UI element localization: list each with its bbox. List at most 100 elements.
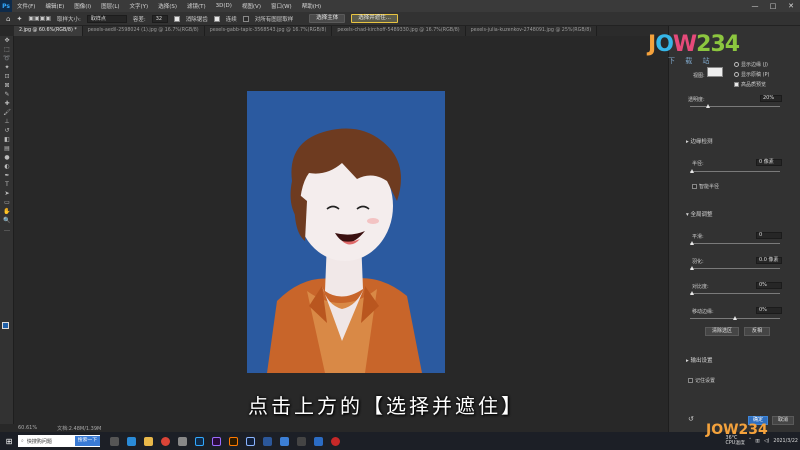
feather-slider[interactable]: [690, 268, 780, 269]
doc-tab-active[interactable]: 2.jpg @ 60.6%(RGB/8) *: [14, 26, 83, 36]
history-brush-icon[interactable]: ↺: [0, 126, 14, 135]
brush-tool-icon[interactable]: 🖌: [0, 108, 14, 117]
phone-icon[interactable]: [297, 436, 306, 446]
radius-input[interactable]: 0 像素: [756, 159, 782, 166]
crop-tool-icon[interactable]: ⊡: [0, 72, 14, 81]
smooth-input[interactable]: 0: [756, 232, 782, 239]
doc-tab[interactable]: pexels-gabb-tapic-3568543.jpg @ 16.7%(RG…: [204, 26, 333, 36]
taskbar-search-button[interactable]: 搜索一下: [74, 436, 100, 446]
word-icon[interactable]: [263, 436, 272, 446]
selection-mode-icon[interactable]: ▣▣▣▣: [28, 15, 51, 22]
task-view-icon[interactable]: [110, 436, 119, 446]
minimize-button[interactable]: —: [746, 0, 764, 12]
folder-icon[interactable]: [144, 436, 153, 446]
feather-slider-knob[interactable]: [690, 266, 694, 270]
lasso-tool-icon[interactable]: ➰: [0, 54, 14, 63]
show-original-option[interactable]: 显示原稿 (P): [734, 71, 770, 78]
output-settings-section[interactable]: ▸ 输出设置: [686, 356, 713, 364]
shift-edge-input[interactable]: 0%: [756, 307, 782, 314]
magic-wand-tool-icon[interactable]: ✦: [0, 63, 14, 72]
opacity-slider-knob[interactable]: [706, 104, 710, 108]
menu-window[interactable]: 窗口(W): [266, 2, 297, 10]
menu-type[interactable]: 文字(Y): [125, 2, 154, 10]
menu-image[interactable]: 图像(I): [69, 2, 96, 10]
menu-file[interactable]: 文件(F): [12, 2, 40, 10]
chrome-icon[interactable]: [161, 436, 170, 446]
zoom-level[interactable]: 60.61%: [18, 425, 37, 431]
show-edge-option[interactable]: 显示边缘 (J): [734, 61, 768, 68]
contrast-slider-knob[interactable]: [690, 291, 694, 295]
contrast-input[interactable]: 0%: [756, 282, 782, 289]
frame-tool-icon[interactable]: ⊠: [0, 81, 14, 90]
blur-tool-icon[interactable]: ●: [0, 153, 14, 162]
select-and-mask-button[interactable]: 选择并遮住...: [351, 14, 399, 23]
eraser-tool-icon[interactable]: ◧: [0, 135, 14, 144]
artwork-image[interactable]: [247, 91, 445, 373]
home-icon[interactable]: ⌂: [6, 15, 10, 23]
contrast-slider[interactable]: [690, 293, 780, 294]
more-tools-icon[interactable]: …: [0, 225, 14, 234]
opacity-input[interactable]: 20%: [760, 95, 782, 102]
shift-edge-slider-knob[interactable]: [733, 316, 737, 320]
menu-edit[interactable]: 编辑(E): [40, 2, 69, 10]
gradient-tool-icon[interactable]: ▤: [0, 144, 14, 153]
feather-input[interactable]: 0.0 像素: [756, 257, 782, 264]
recorder-icon[interactable]: [331, 436, 340, 446]
app-icon[interactable]: [178, 436, 187, 446]
windows-start-icon[interactable]: ⊞: [0, 432, 18, 450]
global-refinement-section[interactable]: ▾ 全局调整: [686, 210, 713, 218]
smooth-slider-knob[interactable]: [690, 241, 694, 245]
radius-slider[interactable]: [690, 171, 780, 172]
edge-detection-section[interactable]: ▸ 边缘检测: [686, 137, 713, 145]
path-selection-icon[interactable]: ➤: [0, 189, 14, 198]
sample-all-layers-checkbox[interactable]: [242, 15, 249, 22]
smart-radius-option[interactable]: 智能半径: [692, 183, 719, 190]
healing-brush-icon[interactable]: ✚: [0, 99, 14, 108]
media-encoder-icon[interactable]: [246, 436, 255, 446]
high-quality-preview-option[interactable]: 高品质预览: [734, 81, 766, 88]
cancel-button[interactable]: 取消: [772, 416, 794, 425]
menu-filter[interactable]: 滤镜(T): [182, 2, 211, 10]
move-tool-icon[interactable]: ✥: [0, 36, 14, 45]
contiguous-checkbox[interactable]: [213, 15, 220, 22]
shape-tool-icon[interactable]: ▭: [0, 198, 14, 207]
network-icon[interactable]: ▥: [755, 439, 760, 444]
doc-tab[interactable]: pexels-julia-kuzenkov-2748091.jpg @ 25%(…: [465, 26, 598, 36]
zoom-tool-icon[interactable]: 🔍: [0, 216, 14, 225]
volume-icon[interactable]: ◁): [764, 439, 770, 444]
eyedropper-tool-icon[interactable]: ✎: [0, 90, 14, 99]
view-thumbnail[interactable]: [707, 67, 723, 77]
tray-arrow-icon[interactable]: ˄: [749, 439, 751, 444]
hand-tool-icon[interactable]: ✋: [0, 207, 14, 216]
smooth-slider[interactable]: [690, 243, 780, 244]
marquee-tool-icon[interactable]: ⬚: [0, 45, 14, 54]
type-tool-icon[interactable]: T: [0, 180, 14, 189]
taskbar-search[interactable]: ⌕ 快搜购问题 搜索一下: [18, 435, 100, 447]
menu-3d[interactable]: 3D(D): [211, 3, 237, 9]
doc-tab[interactable]: pexels-chad-kirchoff-5489330.jpg @ 16.7%…: [332, 26, 466, 36]
edge-browser-icon[interactable]: [127, 436, 136, 446]
invert-button[interactable]: 反相: [744, 327, 770, 336]
menu-layer[interactable]: 图层(L): [96, 2, 124, 10]
dodge-tool-icon[interactable]: ◐: [0, 162, 14, 171]
mail-icon[interactable]: [280, 436, 289, 446]
select-subject-button[interactable]: 选择主体: [309, 14, 346, 23]
maximize-button[interactable]: □: [764, 0, 782, 12]
menu-view[interactable]: 视图(V): [237, 2, 266, 10]
remember-settings-option[interactable]: 记住设置: [688, 377, 715, 384]
sample-size-select[interactable]: 取样点: [86, 14, 127, 23]
clone-stamp-icon[interactable]: ⊥: [0, 117, 14, 126]
pen-tool-icon[interactable]: ✒: [0, 171, 14, 180]
menu-select[interactable]: 选择(S): [153, 2, 182, 10]
canvas-area[interactable]: [14, 36, 668, 424]
foreground-color-swatch[interactable]: [2, 322, 9, 329]
clear-selection-button[interactable]: 清除选区: [705, 327, 739, 336]
radius-slider-knob[interactable]: [690, 169, 694, 173]
doc-tab[interactable]: pexels-aedil-2598024 (1).jpg @ 16.7%(RGB…: [82, 26, 205, 36]
animate-icon[interactable]: [229, 436, 238, 446]
menu-help[interactable]: 帮助(H): [297, 2, 326, 10]
premiere-icon[interactable]: [212, 436, 221, 446]
tolerance-input[interactable]: 32: [151, 14, 168, 23]
reset-icon[interactable]: ↺: [688, 415, 694, 423]
media-icon[interactable]: [314, 436, 323, 446]
